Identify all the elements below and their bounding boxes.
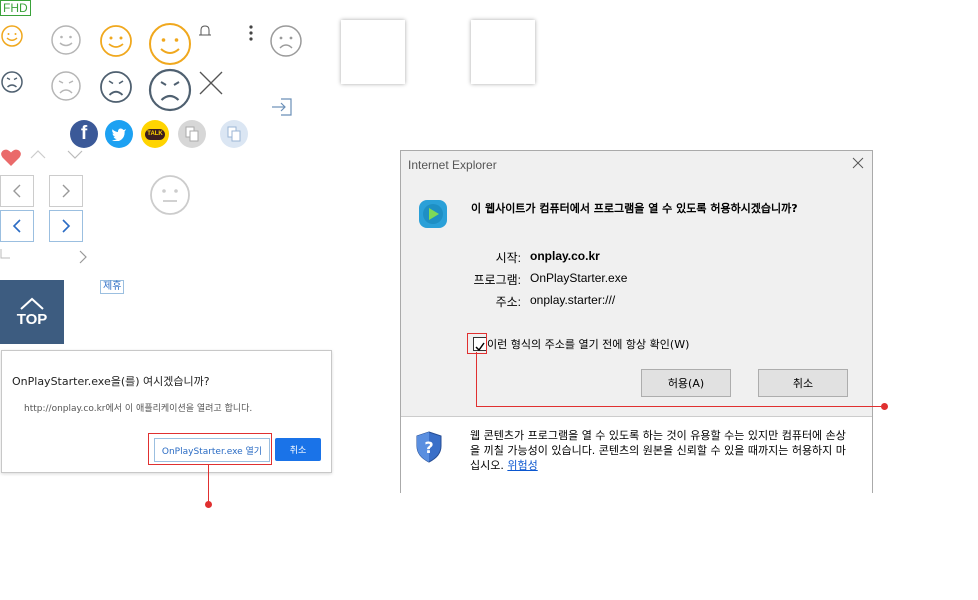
heart-icon[interactable] [0, 148, 22, 168]
next-button-gray[interactable] [49, 175, 83, 207]
placeholder-square [471, 20, 535, 84]
close-icon[interactable] [852, 157, 864, 169]
placeholder-square [341, 20, 405, 84]
smile-icon-medium[interactable] [99, 24, 133, 58]
chevron-right-small-icon[interactable] [78, 250, 88, 264]
bell-icon[interactable] [198, 24, 212, 38]
open-app-question: OnPlayStarter.exe을(를) 여시겠습니까? [12, 375, 210, 388]
smile-icon-gray[interactable] [50, 24, 82, 56]
cancel-button[interactable]: 취소 [275, 438, 321, 461]
chevron-right-icon [62, 219, 71, 233]
ie-warning-text: 웹 콘텐츠가 프로그램을 열 수 있도록 하는 것이 유용할 수는 있지만 컴퓨… [470, 428, 850, 473]
chevron-left-icon [12, 219, 21, 233]
program-label: 프로그램: [473, 273, 522, 287]
allow-button[interactable]: 허용(A) [641, 369, 731, 397]
ie-dialog-title: Internet Explorer [408, 158, 497, 172]
copy-glyph [227, 126, 241, 142]
callout-dot [205, 501, 212, 508]
twitter-icon[interactable] [105, 120, 133, 148]
svg-text:?: ? [424, 438, 433, 457]
onplay-app-icon [419, 200, 447, 228]
start-label: 시작: [495, 251, 521, 265]
kakaotalk-icon[interactable]: TALK [141, 120, 169, 148]
next-button-blue[interactable] [49, 210, 83, 242]
start-value: onplay.co.kr [530, 249, 600, 263]
more-vertical-icon[interactable] [247, 24, 255, 42]
security-shield-icon: ? [416, 431, 442, 463]
always-ask-label[interactable]: 이런 형식의 주소를 열기 전에 항상 확인(W) [487, 336, 689, 352]
chevron-up-icon[interactable] [29, 148, 47, 160]
ie-dialog: Internet Explorer 이 웹사이트가 컴퓨터에서 프로그램을 열 … [400, 150, 873, 493]
callout-dot [881, 403, 888, 410]
partner-link[interactable]: 제휴 [100, 280, 125, 294]
copy-icon[interactable] [178, 120, 206, 148]
sad-icon-dark-large[interactable] [148, 68, 192, 112]
open-app-message: http://onplay.co.kr에서 이 애플리케이션을 열려고 합니다. [24, 404, 253, 414]
ie-dialog-heading: 이 웹사이트가 컴퓨터에서 프로그램을 열 수 있도록 허용하시겠습니까? [471, 202, 798, 215]
sad-icon-dark-medium[interactable] [99, 70, 133, 104]
sad-icon-gray[interactable] [269, 24, 303, 58]
smile-icon-small[interactable] [0, 24, 24, 48]
callout-line [208, 464, 209, 502]
top-label: TOP [16, 310, 48, 328]
highlight-box [148, 433, 272, 465]
copy-glyph [185, 126, 199, 142]
arrow-up-icon [20, 297, 44, 310]
chevron-down-icon[interactable] [66, 148, 84, 160]
copy-icon-light[interactable] [220, 120, 248, 148]
scroll-top-button[interactable]: TOP [0, 280, 64, 344]
fhd-badge: FHD [0, 0, 31, 16]
risk-link[interactable]: 위험성 [507, 459, 537, 472]
program-value: OnPlayStarter.exe [530, 271, 628, 285]
smile-icon-large[interactable] [148, 22, 192, 66]
corner-mark-icon [0, 249, 10, 259]
neutral-face-icon[interactable] [149, 174, 191, 216]
prev-button-gray[interactable] [0, 175, 34, 207]
twitter-bird-icon [111, 128, 126, 141]
sad-icon-small[interactable] [0, 70, 24, 94]
prev-button-blue[interactable] [0, 210, 34, 242]
checkbox-highlight-box [467, 333, 487, 354]
close-icon-large[interactable] [198, 70, 224, 96]
facebook-glyph: f [80, 123, 88, 144]
chevron-left-icon [13, 184, 21, 198]
callout-line [476, 352, 477, 407]
login-icon[interactable] [271, 98, 293, 116]
sad-icon-gray-medium[interactable] [50, 70, 82, 102]
ie-cancel-button[interactable]: 취소 [758, 369, 848, 397]
kakaotalk-glyph: TALK [145, 128, 165, 140]
chevron-right-icon [62, 184, 70, 198]
callout-line [476, 406, 881, 407]
address-label: 주소: [495, 295, 521, 309]
address-value: onplay.starter:/// [530, 293, 616, 307]
facebook-icon[interactable]: f [70, 120, 98, 148]
